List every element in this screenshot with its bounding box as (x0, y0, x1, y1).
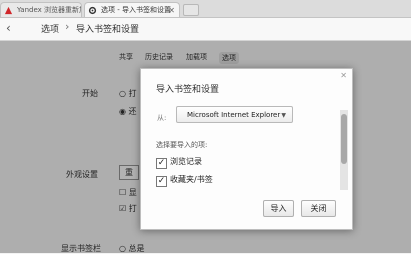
import-source-select[interactable]: Microsoft Internet Explorer ▼ (176, 106, 293, 123)
bookmarks-label: 收藏夹/书签 (170, 175, 213, 184)
tab-label: Yandex 浏览器重新加 (17, 6, 82, 14)
gear-icon (88, 6, 97, 15)
breadcrumb-separator-icon: › (65, 20, 70, 33)
items-label: 选择要导入的项: (156, 141, 208, 149)
import-button[interactable]: 导入 (263, 200, 294, 217)
history-checkbox[interactable]: ✓ (156, 158, 167, 169)
yandex-icon (4, 6, 13, 15)
history-checkbox-row[interactable]: ✓ 浏览记录 (156, 156, 202, 169)
back-arrow-icon[interactable]: ‹ (6, 21, 11, 35)
close-icon[interactable]: ✕ (340, 71, 347, 80)
address-bar: ‹ 选项 › 导入书签和设置 (0, 18, 411, 41)
close-icon[interactable]: ✕ (168, 3, 175, 17)
tab-yandex[interactable]: Yandex 浏览器重新加 (0, 2, 82, 17)
breadcrumb-root[interactable]: 选项 (41, 22, 59, 35)
scrollbar-thumb[interactable] (341, 114, 347, 164)
breadcrumb-current: 导入书签和设置 (76, 25, 140, 35)
tab-settings[interactable]: 选项 - 导入书签和设置 ✕ (84, 2, 180, 17)
import-dialog: ✕ 导入书签和设置 从: Microsoft Internet Explorer… (140, 68, 353, 230)
new-tab-button[interactable] (183, 4, 199, 16)
close-button[interactable]: 关闭 (301, 200, 336, 217)
chevron-down-icon: ▼ (281, 112, 286, 119)
bookmarks-checkbox-row[interactable]: ✓ 收藏夹/书签 (156, 174, 213, 187)
tab-label: 选项 - 导入书签和设置 (101, 6, 171, 14)
bookmarks-checkbox[interactable]: ✓ (156, 176, 167, 187)
from-label: 从: (157, 114, 167, 122)
import-source-value: Microsoft Internet Explorer (187, 111, 281, 119)
history-label: 浏览记录 (170, 157, 202, 166)
browser-tab-strip: Yandex 浏览器重新加 选项 - 导入书签和设置 ✕ (0, 0, 411, 18)
dialog-scrollbar[interactable] (340, 110, 348, 190)
dialog-title: 导入书签和设置 (156, 85, 220, 95)
